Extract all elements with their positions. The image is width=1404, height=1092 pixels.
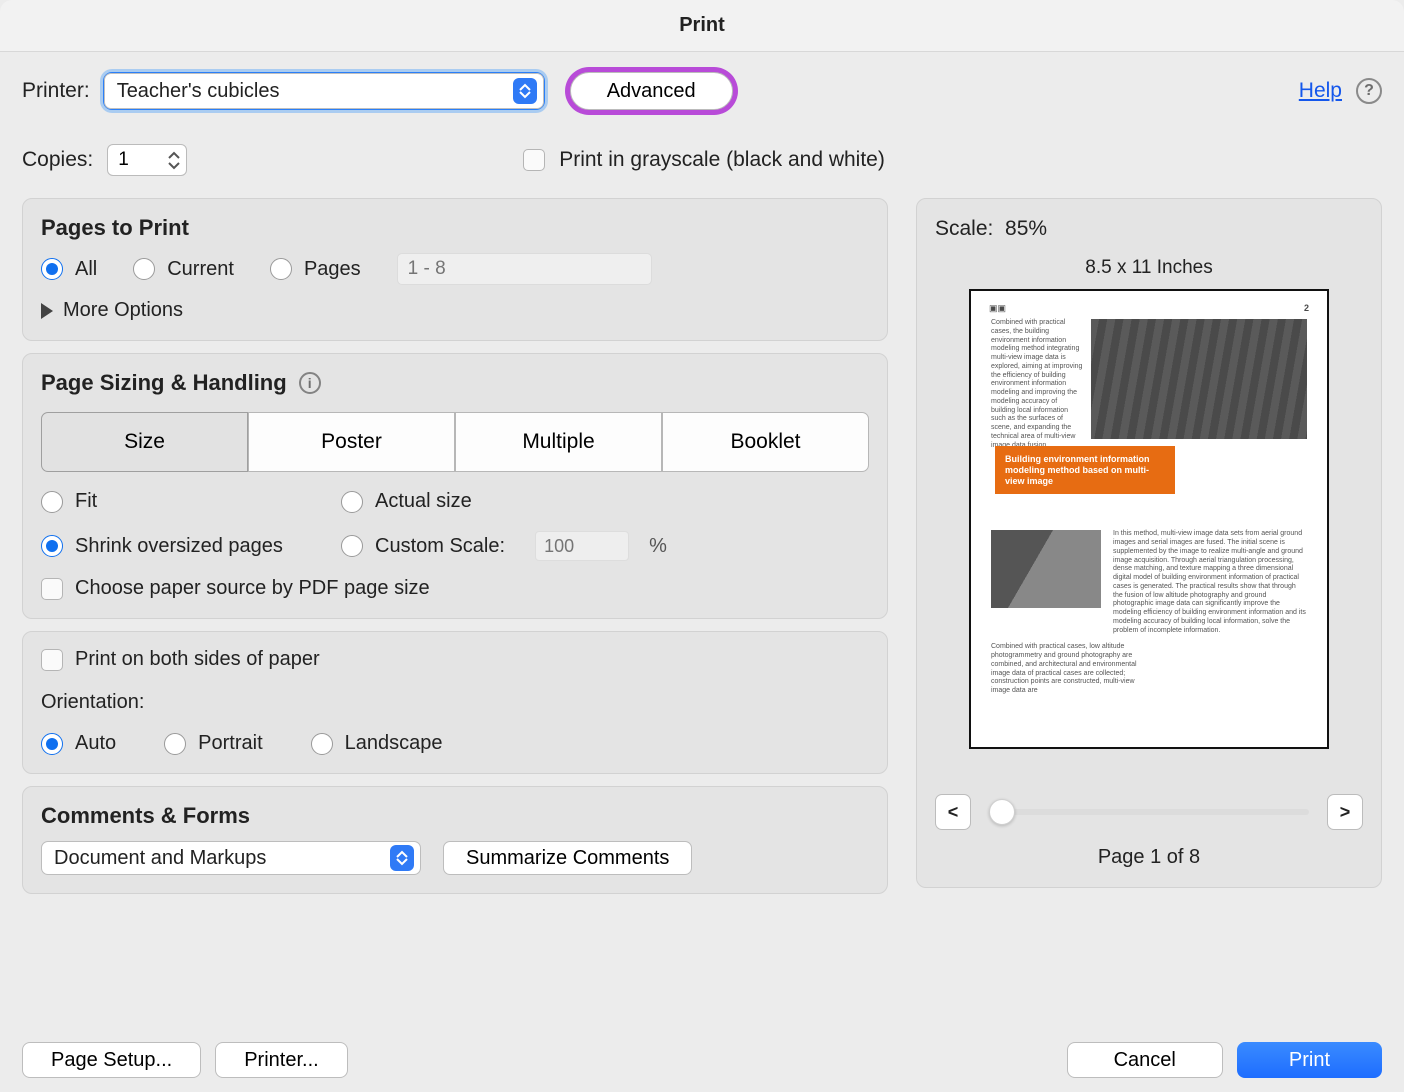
two-sided-panel: Print on both sides of paper Orientation… bbox=[22, 631, 888, 774]
help-icon[interactable]: ? bbox=[1356, 78, 1382, 104]
preview-slider[interactable] bbox=[989, 809, 1309, 815]
page-preview-thumbnail: ▣▣ 2 Combined with practical cases, the … bbox=[969, 289, 1329, 749]
advanced-button[interactable]: Advanced bbox=[570, 72, 733, 110]
pages-all-label: All bbox=[75, 258, 97, 281]
scale-label: Scale: bbox=[935, 217, 993, 240]
help-link[interactable]: Help bbox=[1299, 79, 1342, 103]
choose-paper-source-label: Choose paper source by PDF page size bbox=[75, 577, 430, 600]
stepper-arrows-icon[interactable] bbox=[167, 146, 185, 174]
grayscale-label: Print in grayscale (black and white) bbox=[559, 148, 885, 172]
fit-label: Fit bbox=[75, 490, 97, 513]
orientation-auto-label: Auto bbox=[75, 732, 116, 755]
pages-current-radio[interactable] bbox=[133, 258, 155, 280]
comments-forms-title: Comments & Forms bbox=[41, 803, 869, 829]
tab-poster[interactable]: Poster bbox=[248, 412, 455, 472]
orientation-label: Orientation: bbox=[41, 691, 869, 714]
comments-forms-panel: Comments & Forms Document and Markups Su… bbox=[22, 786, 888, 894]
tab-multiple[interactable]: Multiple bbox=[455, 412, 662, 472]
slider-thumb[interactable] bbox=[989, 799, 1015, 825]
more-options-label: More Options bbox=[63, 299, 183, 322]
printer-settings-button[interactable]: Printer... bbox=[215, 1042, 347, 1078]
pages-all-radio[interactable] bbox=[41, 258, 63, 280]
preview-next-button[interactable]: > bbox=[1327, 794, 1363, 830]
shrink-label: Shrink oversized pages bbox=[75, 535, 283, 558]
orientation-auto-radio[interactable] bbox=[41, 733, 63, 755]
print-button[interactable]: Print bbox=[1237, 1042, 1382, 1078]
more-options-disclosure[interactable]: More Options bbox=[41, 299, 869, 322]
pages-range-input[interactable] bbox=[397, 253, 652, 285]
page-dimensions: 8.5 x 11 Inches bbox=[935, 257, 1363, 279]
actual-size-label: Actual size bbox=[375, 490, 472, 513]
custom-scale-label: Custom Scale: bbox=[375, 535, 505, 558]
copies-label: Copies: bbox=[22, 148, 93, 172]
summarize-comments-button[interactable]: Summarize Comments bbox=[443, 841, 692, 875]
custom-scale-input[interactable] bbox=[535, 531, 629, 561]
orientation-portrait-label: Portrait bbox=[198, 732, 262, 755]
preview-panel: Scale: 85% 8.5 x 11 Inches ▣▣ 2 Combined… bbox=[916, 198, 1382, 888]
page-sizing-title: Page Sizing & Handling bbox=[41, 370, 287, 396]
cancel-button[interactable]: Cancel bbox=[1067, 1042, 1223, 1078]
orientation-landscape-radio[interactable] bbox=[311, 733, 333, 755]
printer-label: Printer: bbox=[22, 79, 90, 103]
sizing-tabs: Size Poster Multiple Booklet bbox=[41, 412, 869, 472]
comments-forms-select[interactable]: Document and Markups bbox=[41, 841, 421, 875]
page-setup-button[interactable]: Page Setup... bbox=[22, 1042, 201, 1078]
tab-booklet[interactable]: Booklet bbox=[662, 412, 869, 472]
page-sizing-panel: Page Sizing & Handling i Size Poster Mul… bbox=[22, 353, 888, 619]
select-arrows-icon bbox=[513, 78, 537, 104]
tab-size[interactable]: Size bbox=[41, 412, 248, 472]
orientation-landscape-label: Landscape bbox=[345, 732, 443, 755]
pages-to-print-title: Pages to Print bbox=[41, 215, 869, 241]
choose-paper-source-checkbox[interactable] bbox=[41, 578, 63, 600]
orientation-portrait-radio[interactable] bbox=[164, 733, 186, 755]
both-sides-checkbox[interactable] bbox=[41, 649, 63, 671]
percent-label: % bbox=[649, 535, 667, 558]
preview-prev-button[interactable]: < bbox=[935, 794, 971, 830]
pages-range-radio[interactable] bbox=[270, 258, 292, 280]
printer-select[interactable]: Teacher's cubicles bbox=[104, 73, 544, 109]
shrink-radio[interactable] bbox=[41, 535, 63, 557]
info-icon[interactable]: i bbox=[299, 372, 321, 394]
page-indicator: Page 1 of 8 bbox=[935, 846, 1363, 869]
printer-select-value: Teacher's cubicles bbox=[117, 80, 280, 103]
dialog-title: Print bbox=[0, 0, 1404, 52]
actual-size-radio[interactable] bbox=[341, 491, 363, 513]
print-dialog: Print Printer: Teacher's cubicles Advanc… bbox=[0, 0, 1404, 1092]
comments-forms-select-value: Document and Markups bbox=[54, 847, 266, 870]
pages-current-label: Current bbox=[167, 258, 234, 281]
scale-value: 85% bbox=[1005, 217, 1047, 240]
custom-scale-radio[interactable] bbox=[341, 535, 363, 557]
fit-radio[interactable] bbox=[41, 491, 63, 513]
triangle-right-icon bbox=[41, 303, 53, 319]
both-sides-label: Print on both sides of paper bbox=[75, 648, 320, 671]
pages-to-print-panel: Pages to Print All Current Pages More Op… bbox=[22, 198, 888, 341]
pages-range-label: Pages bbox=[304, 258, 361, 281]
grayscale-checkbox[interactable] bbox=[523, 149, 545, 171]
select-arrows-icon bbox=[390, 845, 414, 871]
